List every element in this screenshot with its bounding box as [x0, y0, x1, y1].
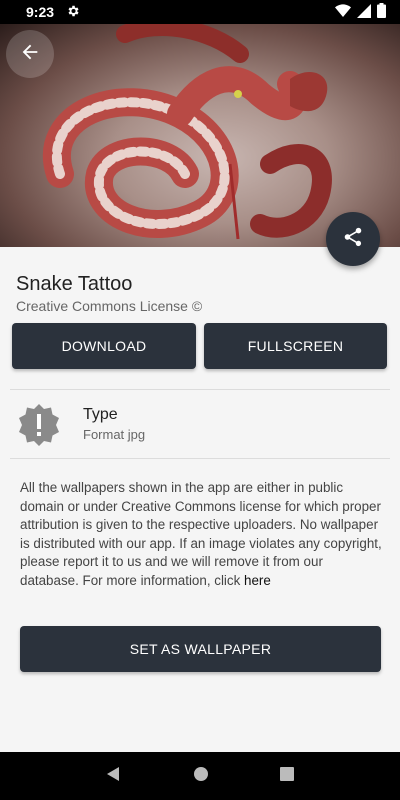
arrow-back-icon — [19, 41, 41, 68]
wallpaper-image[interactable] — [0, 24, 400, 247]
more-info-link[interactable]: here — [244, 573, 271, 588]
type-value: Format jpg — [83, 427, 146, 442]
license-text: Creative Commons License © — [16, 298, 203, 314]
wallpaper-title: Snake Tattoo — [16, 273, 133, 295]
status-bar: 9:23 — [0, 0, 400, 24]
nav-back-icon[interactable] — [106, 766, 122, 787]
wifi-icon — [335, 3, 351, 21]
share-button[interactable] — [326, 212, 380, 266]
type-label: Type — [83, 406, 118, 423]
divider — [10, 458, 390, 459]
fullscreen-button[interactable]: FULLSCREEN — [204, 323, 387, 369]
divider — [10, 389, 390, 390]
battery-icon — [377, 3, 386, 21]
disclaimer-body: All the wallpapers shown in the app are … — [20, 480, 382, 588]
settings-icon — [66, 4, 80, 21]
disclaimer-text: All the wallpapers shown in the app are … — [20, 479, 384, 591]
status-time: 9:23 — [26, 4, 55, 20]
navigation-bar — [0, 752, 400, 800]
nav-recents-icon[interactable] — [280, 766, 295, 786]
signal-icon — [357, 3, 371, 21]
back-button[interactable] — [6, 30, 54, 78]
set-as-wallpaper-button[interactable]: SET AS WALLPAPER — [20, 626, 381, 672]
nav-home-icon[interactable] — [193, 766, 209, 787]
alert-badge-icon — [16, 402, 62, 448]
share-icon — [342, 226, 364, 253]
download-button[interactable]: DOWNLOAD — [12, 323, 196, 369]
snake-tattoo-illustration — [43, 24, 332, 240]
